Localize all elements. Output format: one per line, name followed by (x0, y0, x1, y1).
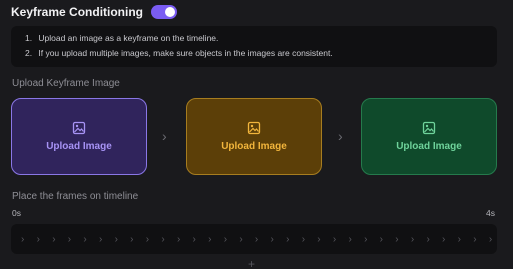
timeline-chevron-icon: › (348, 233, 352, 245)
timeline-chevron-icon: › (114, 233, 118, 245)
timeline-chevron-icon: › (145, 233, 150, 245)
timeline-chevron-icon: › (208, 233, 212, 245)
timeline-chevron-icon: › (161, 233, 165, 245)
plus-icon[interactable]: + (248, 258, 255, 269)
chevron-right-icon: › (338, 128, 343, 144)
image-icon (72, 121, 86, 135)
timeline-chevron-icon: › (317, 233, 321, 245)
timeline-section-label: Place the frames on timeline (12, 191, 139, 202)
timeline-chevron-icon: › (286, 233, 290, 245)
instruction-number: 1. (25, 33, 33, 43)
timeline-chevron-icon: › (130, 233, 134, 245)
timeline-chevron-icon: › (332, 233, 337, 245)
timeline-chevron-icon: › (254, 233, 259, 245)
timeline-chevron-icon: › (442, 233, 446, 245)
timeline-chevron-icon: › (301, 233, 306, 245)
image-icon (247, 121, 261, 135)
timeline-chevron-icon: › (395, 233, 399, 245)
toggle-knob (165, 7, 176, 17)
timeline-chevron-icon: › (457, 233, 461, 245)
timeline-chevron-icon: › (426, 233, 430, 245)
keyframe-conditioning-toggle[interactable] (151, 5, 178, 19)
instruction-item: 1. Upload an image as a keyframe on the … (25, 31, 497, 46)
timeline-start-label: 0s (12, 208, 21, 218)
instruction-text: If you upload multiple images, make sure… (38, 48, 333, 58)
upload-image-button-1[interactable]: Upload Image (11, 98, 147, 175)
instructions-box: 1. Upload an image as a keyframe on the … (11, 26, 497, 67)
timeline-chevron-icon: › (239, 233, 243, 245)
upload-section-label: Upload Keyframe Image (12, 78, 120, 89)
upload-image-label: Upload Image (46, 141, 112, 152)
chevron-right-icon: › (162, 128, 167, 144)
upload-image-button-2[interactable]: Upload Image (186, 98, 322, 175)
upload-image-button-3[interactable]: Upload Image (361, 98, 497, 175)
timeline-chevron-icon: › (270, 233, 274, 245)
timeline-chevron-icon: › (488, 233, 493, 245)
timeline-chevron-icon: › (36, 233, 40, 245)
instruction-text: Upload an image as a keyframe on the tim… (38, 33, 219, 43)
timeline-chevron-icon: › (98, 233, 103, 245)
panel-title: Keyframe Conditioning (11, 5, 144, 19)
timeline-chevron-icon: › (52, 233, 56, 245)
image-icon (422, 121, 436, 135)
timeline-chevron-icon: › (192, 233, 196, 245)
timeline-chevron-icon: › (176, 233, 181, 245)
panel-header: Keyframe Conditioning (11, 4, 178, 20)
timeline-chevron-icon: › (67, 233, 72, 245)
timeline-chevron-icon: › (410, 233, 415, 245)
instruction-number: 2. (25, 48, 33, 58)
timeline-end-label: 4s (486, 208, 495, 218)
timeline-chevron-icon: › (473, 233, 477, 245)
keyframe-conditioning-panel: Keyframe Conditioning 1. Upload an image… (0, 0, 513, 269)
timeline-chevron-icon: › (223, 233, 228, 245)
instruction-item: 2. If you upload multiple images, make s… (25, 46, 497, 61)
upload-image-label: Upload Image (396, 141, 462, 152)
timeline-chevron-icon: › (83, 233, 87, 245)
timeline-chevron-icon: › (379, 233, 383, 245)
timeline-track[interactable]: › › › › › › › › › › › › › › › › › › › › › › › › › › › › › › › (11, 224, 497, 254)
timeline-chevron-icon: › (21, 233, 25, 245)
upload-image-label: Upload Image (221, 141, 287, 152)
timeline-chevron-icon: › (364, 233, 368, 245)
